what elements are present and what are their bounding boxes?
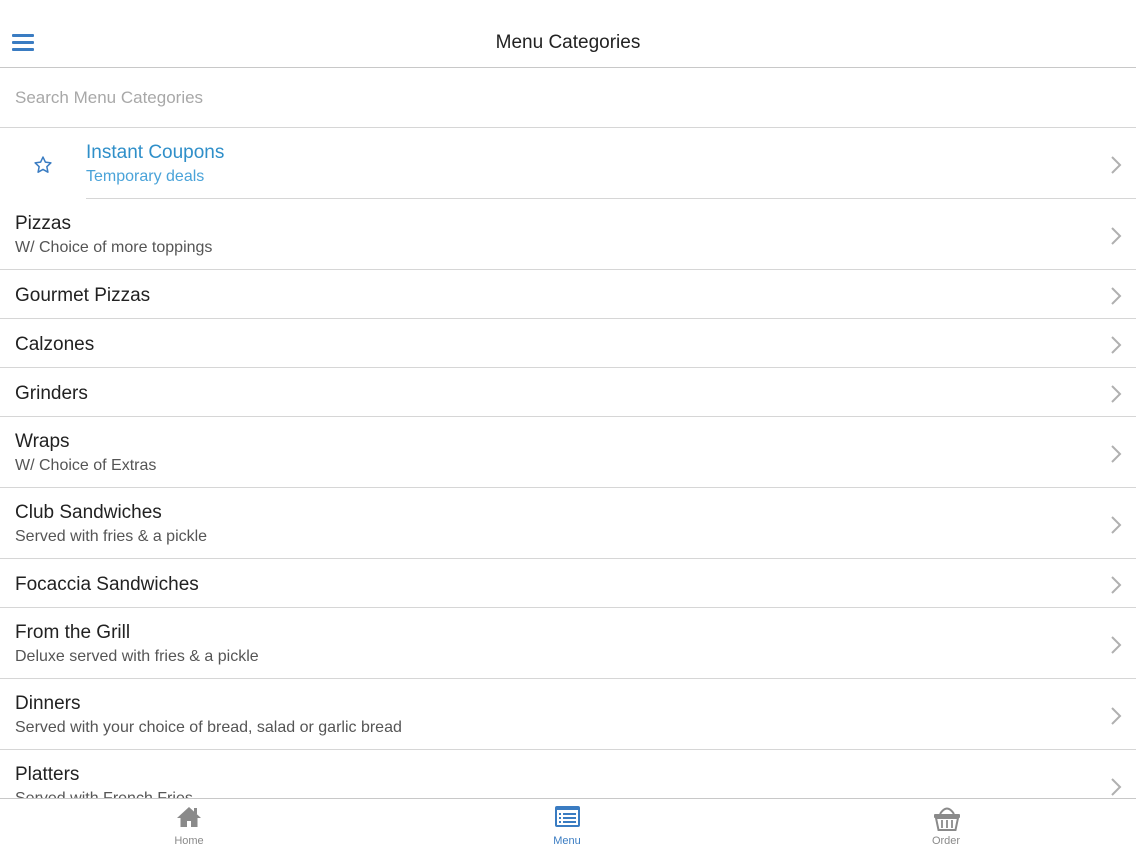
search-bar <box>0 69 1136 128</box>
list-item-title: Dinners <box>15 693 81 714</box>
list-item-wraps[interactable]: Wraps W/ Choice of Extras <box>0 417 1136 488</box>
list-item-club-sandwiches[interactable]: Club Sandwiches Served with fries & a pi… <box>0 488 1136 559</box>
tab-home[interactable]: Home <box>149 799 229 853</box>
list-item-instant-coupons[interactable]: Instant Coupons Temporary deals <box>0 128 1136 199</box>
list-item-subtitle: Deluxe served with fries & a pickle <box>15 648 259 665</box>
menu-list-icon <box>555 806 580 827</box>
list-item-dinners[interactable]: Dinners Served with your choice of bread… <box>0 679 1136 750</box>
list-item-title: Gourmet Pizzas <box>15 285 151 306</box>
list-item-title: Platters <box>15 764 80 785</box>
tab-order[interactable]: Order <box>906 799 986 853</box>
chevron-right-icon <box>1111 287 1122 305</box>
chevron-right-icon <box>1111 576 1122 594</box>
chevron-right-icon <box>1111 707 1122 725</box>
list-item-subtitle: Temporary deals <box>86 168 205 185</box>
chevron-right-icon <box>1111 778 1122 796</box>
chevron-right-icon <box>1111 156 1122 174</box>
star-icon <box>34 156 52 173</box>
tab-label: Home <box>174 835 204 847</box>
list-item-focaccia-sandwiches[interactable]: Focaccia Sandwiches <box>0 559 1136 608</box>
basket-icon <box>934 807 960 831</box>
list-item-from-the-grill[interactable]: From the Grill Deluxe served with fries … <box>0 608 1136 679</box>
chevron-right-icon <box>1111 516 1122 534</box>
list-item-title: Calzones <box>15 334 95 355</box>
tab-label: Menu <box>553 835 581 847</box>
tab-label: Order <box>931 835 961 847</box>
page-title: Menu Categories <box>495 32 641 53</box>
chevron-right-icon <box>1111 636 1122 654</box>
chevron-right-icon <box>1111 336 1122 354</box>
list-item-subtitle: W/ Choice of more toppings <box>15 239 213 256</box>
list-item-grinders[interactable]: Grinders <box>0 368 1136 417</box>
list-item-gourmet-pizzas[interactable]: Gourmet Pizzas <box>0 270 1136 319</box>
list-item-title: Club Sandwiches <box>15 502 162 523</box>
chevron-right-icon <box>1111 385 1122 403</box>
list-item-subtitle: Served with fries & a pickle <box>15 528 208 545</box>
list-item-subtitle: Served with your choice of bread, salad … <box>15 719 402 736</box>
chevron-right-icon <box>1111 227 1122 245</box>
category-list: Instant Coupons Temporary deals Pizzas W… <box>0 128 1136 798</box>
search-input[interactable] <box>15 87 1015 109</box>
bottom-tab-bar: Home Menu Order <box>0 798 1136 852</box>
list-item-subtitle: Served with French Fries <box>15 790 193 798</box>
chevron-right-icon <box>1111 445 1122 463</box>
list-item-subtitle: W/ Choice of Extras <box>15 457 157 474</box>
list-item-title: Wraps <box>15 431 70 452</box>
list-item-title: Grinders <box>15 383 88 404</box>
list-item-calzones[interactable]: Calzones <box>0 319 1136 368</box>
list-item-title: Pizzas <box>15 213 71 234</box>
home-icon <box>177 807 201 827</box>
list-item-platters[interactable]: Platters Served with French Fries <box>0 750 1136 798</box>
header-bar: Menu Categories <box>0 0 1136 68</box>
list-item-title: From the Grill <box>15 622 131 643</box>
tab-menu[interactable]: Menu <box>527 799 607 853</box>
list-item-pizzas[interactable]: Pizzas W/ Choice of more toppings <box>0 199 1136 270</box>
list-item-title: Focaccia Sandwiches <box>15 574 199 595</box>
list-item-title: Instant Coupons <box>86 142 225 163</box>
